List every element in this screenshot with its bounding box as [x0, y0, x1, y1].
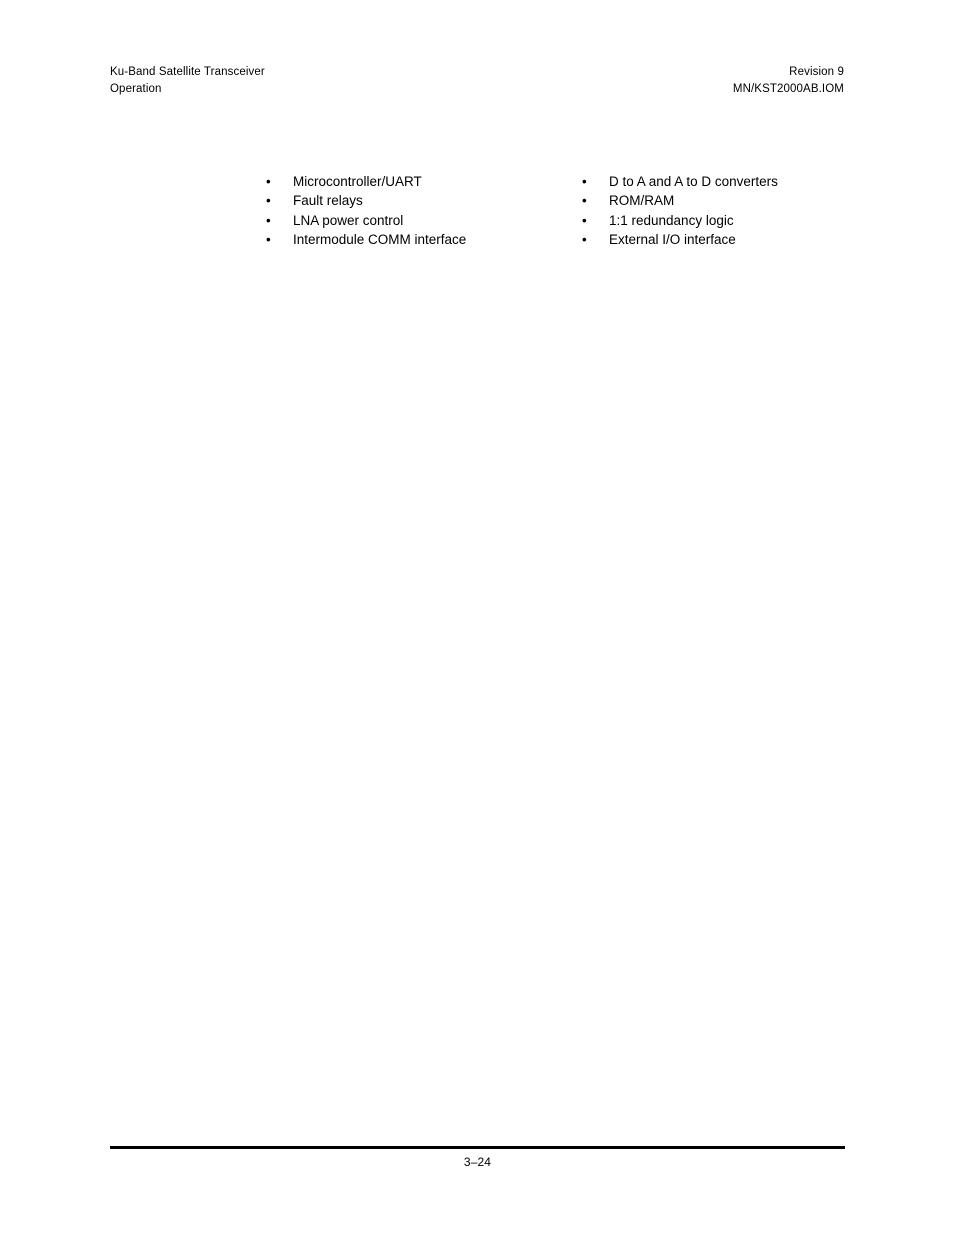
list-item-label: 1:1 redundancy logic — [609, 212, 734, 228]
bullet-list-right: • D to A and A to D converters • ROM/RAM… — [582, 172, 882, 250]
bullet-list-left: • Microcontroller/UART • Fault relays • … — [266, 172, 582, 250]
list-item-label: Intermodule COMM interface — [293, 232, 467, 248]
header-revision: Revision 9 — [789, 66, 844, 78]
list-item: • 1:1 redundancy logic — [582, 211, 882, 230]
bullet-icon: • — [266, 193, 271, 209]
page-number: 3–24 — [463, 1155, 492, 1169]
list-item: • Intermodule COMM interface — [266, 230, 582, 249]
bullet-icon: • — [582, 232, 587, 248]
list-item: • Microcontroller/UART — [266, 172, 582, 191]
list-item-label: External I/O interface — [609, 232, 736, 248]
header-left-block: Ku-Band Satellite Transceiver Operation — [110, 64, 265, 98]
document-page: Ku-Band Satellite Transceiver Operation … — [0, 0, 954, 1235]
list-item-label: LNA power control — [293, 212, 404, 228]
list-item-label: Microcontroller/UART — [293, 174, 422, 189]
header-right-block: Revision 9 MN/KST2000AB.IOM — [733, 64, 844, 98]
list-item-label: D to A and A to D converters — [609, 174, 778, 189]
page-content: • Microcontroller/UART • Fault relays • … — [110, 172, 844, 250]
feature-bullet-columns: • Microcontroller/UART • Fault relays • … — [110, 172, 844, 250]
bullet-icon: • — [582, 174, 587, 189]
list-item: • External I/O interface — [582, 230, 882, 249]
bullet-column-left: • Microcontroller/UART • Fault relays • … — [266, 172, 582, 250]
list-item-label: Fault relays — [293, 193, 363, 209]
list-item: • D to A and A to D converters — [582, 172, 882, 191]
footer-divider — [110, 1146, 845, 1149]
page-footer: 3–24 — [110, 1146, 845, 1170]
bullet-icon: • — [266, 212, 271, 228]
list-item: • Fault relays — [266, 191, 582, 210]
header-manual-number: MN/KST2000AB.IOM — [732, 83, 844, 95]
bullet-icon: • — [582, 212, 587, 228]
header-document-title: Ku-Band Satellite Transceiver — [110, 66, 265, 78]
bullet-icon: • — [266, 174, 271, 189]
bullet-icon: • — [266, 232, 271, 248]
list-item: • ROM/RAM — [582, 191, 882, 210]
header-section-name: Operation — [110, 83, 162, 95]
bullet-column-right: • D to A and A to D converters • ROM/RAM… — [582, 172, 882, 250]
bullet-icon: • — [582, 193, 587, 209]
page-header: Ku-Band Satellite Transceiver Operation … — [110, 64, 844, 98]
list-item-label: ROM/RAM — [609, 193, 675, 209]
list-item: • LNA power control — [266, 211, 582, 230]
